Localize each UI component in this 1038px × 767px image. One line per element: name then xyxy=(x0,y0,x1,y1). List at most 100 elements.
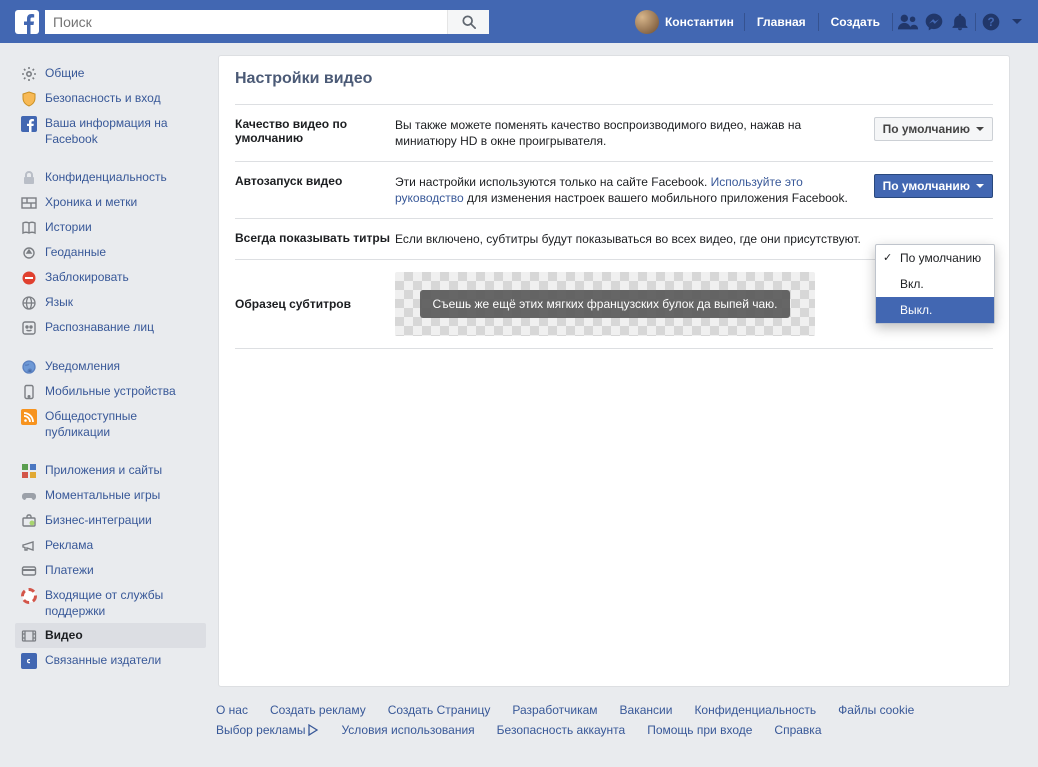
sidebar-item[interactable]: Платежи xyxy=(15,558,206,583)
megaphone-icon xyxy=(21,538,37,554)
sidebar-item-label: Конфиденциальность xyxy=(45,169,167,185)
gear-icon xyxy=(21,66,37,82)
sidebar-item-label: Истории xyxy=(45,219,92,235)
dropdown-option-on[interactable]: Вкл. xyxy=(876,271,994,297)
nav-create[interactable]: Создать xyxy=(821,8,890,35)
setting-desc: Эти настройки используются только на сай… xyxy=(395,174,873,206)
top-nav-right: Константин Главная Создать ? xyxy=(627,8,1030,35)
film-icon xyxy=(21,628,37,644)
adchoices-icon xyxy=(307,724,319,736)
sidebar-item-label: Общедоступные публикации xyxy=(45,408,195,440)
card-icon xyxy=(21,563,37,579)
book-icon xyxy=(21,220,37,236)
sidebar-item[interactable]: Реклама xyxy=(15,533,206,558)
fb-square-icon xyxy=(21,116,37,132)
setting-desc: Вы также можете поменять качество воспро… xyxy=(395,117,873,149)
sidebar-item[interactable]: Конфиденциальность xyxy=(15,165,206,190)
svg-text:?: ? xyxy=(987,16,994,29)
footer-link[interactable]: Разработчикам xyxy=(512,703,597,717)
sidebar-item-label: Бизнес-интеграции xyxy=(45,512,152,528)
sidebar-item-label: Распознавание лиц xyxy=(45,319,154,335)
sidebar-item-label: Моментальные игры xyxy=(45,487,160,503)
footer-link[interactable]: О нас xyxy=(216,703,248,717)
sidebar-item[interactable]: Уведомления xyxy=(15,354,206,379)
sidebar-item[interactable]: Общедоступные публикации xyxy=(15,404,206,444)
sidebar-item[interactable]: Геоданные xyxy=(15,240,206,265)
autoplay-dropdown: По умолчанию Вкл. Выкл. xyxy=(875,244,995,324)
sidebar-item-label: Безопасность и вход xyxy=(45,90,161,106)
sidebar-item-label: Заблокировать xyxy=(45,269,129,285)
briefcase-icon xyxy=(21,513,37,529)
dropdown-option-default[interactable]: По умолчанию xyxy=(876,245,994,271)
sidebar-item[interactable]: Ваша информация на Facebook xyxy=(15,111,206,151)
footer-link[interactable]: Безопасность аккаунта xyxy=(497,723,626,737)
sidebar-item[interactable]: Истории xyxy=(15,215,206,240)
sidebar-item[interactable]: Хроника и метки xyxy=(15,190,206,215)
globe-lang-icon xyxy=(21,295,37,311)
gamepad-icon xyxy=(21,488,37,504)
mobile-icon xyxy=(21,384,37,400)
sidebar-item[interactable]: Безопасность и вход xyxy=(15,86,206,111)
sidebar-item[interactable]: Связанные издатели xyxy=(15,648,206,673)
sidebar-item[interactable]: Заблокировать xyxy=(15,265,206,290)
avatar xyxy=(635,10,659,34)
setting-label: Качество видео по умолчанию xyxy=(235,117,395,145)
sidebar-item-label: Платежи xyxy=(45,562,94,578)
sidebar-item-label: Реклама xyxy=(45,537,93,553)
linked-icon xyxy=(21,653,37,669)
sidebar-item[interactable]: Входящие от службы поддержки xyxy=(15,583,206,623)
lock-icon xyxy=(21,170,37,186)
quality-select-label: По умолчанию xyxy=(883,122,970,136)
footer-link[interactable]: Помощь при входе xyxy=(647,723,752,737)
sidebar-item-label: Геоданные xyxy=(45,244,106,260)
footer-link[interactable]: Условия использования xyxy=(341,723,474,737)
sidebar-item[interactable]: Бизнес-интеграции xyxy=(15,508,206,533)
facebook-logo-icon[interactable] xyxy=(15,10,39,34)
chevron-down-icon xyxy=(976,184,984,188)
footer-link[interactable]: Создать рекламу xyxy=(270,703,366,717)
notifications-icon[interactable] xyxy=(947,9,973,35)
footer-link[interactable]: Справка xyxy=(774,723,821,737)
sidebar-item[interactable]: Общие xyxy=(15,61,206,86)
friend-requests-icon[interactable] xyxy=(895,9,921,35)
footer-link[interactable]: Выбор рекламы xyxy=(216,723,319,737)
sidebar-item-label: Видео xyxy=(45,627,83,643)
footer-link[interactable]: Вакансии xyxy=(620,703,673,717)
wall-icon xyxy=(21,195,37,211)
quality-select[interactable]: По умолчанию xyxy=(874,117,993,141)
autoplay-select[interactable]: По умолчанию xyxy=(874,174,993,198)
apps-icon xyxy=(21,463,37,479)
messenger-icon[interactable] xyxy=(921,9,947,35)
account-menu-icon[interactable] xyxy=(1004,9,1030,35)
profile-link[interactable]: Константин xyxy=(627,10,742,34)
sidebar-item[interactable]: Приложения и сайты xyxy=(15,458,206,483)
sidebar-item[interactable]: Моментальные игры xyxy=(15,483,206,508)
nav-home[interactable]: Главная xyxy=(747,8,816,35)
sidebar-item-label: Мобильные устройства xyxy=(45,383,176,399)
footer-link[interactable]: Файлы cookie xyxy=(838,703,914,717)
chevron-down-icon xyxy=(976,127,984,131)
search-input[interactable] xyxy=(45,10,447,34)
settings-sidebar: Общие Безопасность и вход Ваша информация … xyxy=(0,55,206,687)
help-icon[interactable]: ? xyxy=(978,9,1004,35)
sidebar-item-label: Входящие от службы поддержки xyxy=(45,587,195,619)
sidebar-item-label: Общие xyxy=(45,65,84,81)
setting-label: Всегда показывать титры xyxy=(235,231,395,245)
subtitle-sample-text: Съешь же ещё этих мягких французских бул… xyxy=(420,290,789,318)
dropdown-option-off[interactable]: Выкл. xyxy=(876,297,994,323)
setting-label: Образец субтитров xyxy=(235,297,395,311)
lifebuoy-icon xyxy=(21,588,37,604)
sidebar-item-label: Язык xyxy=(45,294,73,310)
search-button[interactable] xyxy=(447,10,489,34)
shield-icon xyxy=(21,91,37,107)
footer-link[interactable]: Создать Страницу xyxy=(388,703,491,717)
sidebar-item[interactable]: Видео xyxy=(15,623,206,648)
subtitle-preview: Съешь же ещё этих мягких французских бул… xyxy=(395,272,873,336)
sidebar-item[interactable]: Мобильные устройства xyxy=(15,379,206,404)
sidebar-item[interactable]: Распознавание лиц xyxy=(15,315,206,340)
footer-link[interactable]: Конфиденциальность xyxy=(694,703,816,717)
autoplay-select-label: По умолчанию xyxy=(883,179,970,193)
sidebar-item[interactable]: Язык xyxy=(15,290,206,315)
profile-name: Константин xyxy=(665,15,734,29)
face-icon xyxy=(21,320,37,336)
